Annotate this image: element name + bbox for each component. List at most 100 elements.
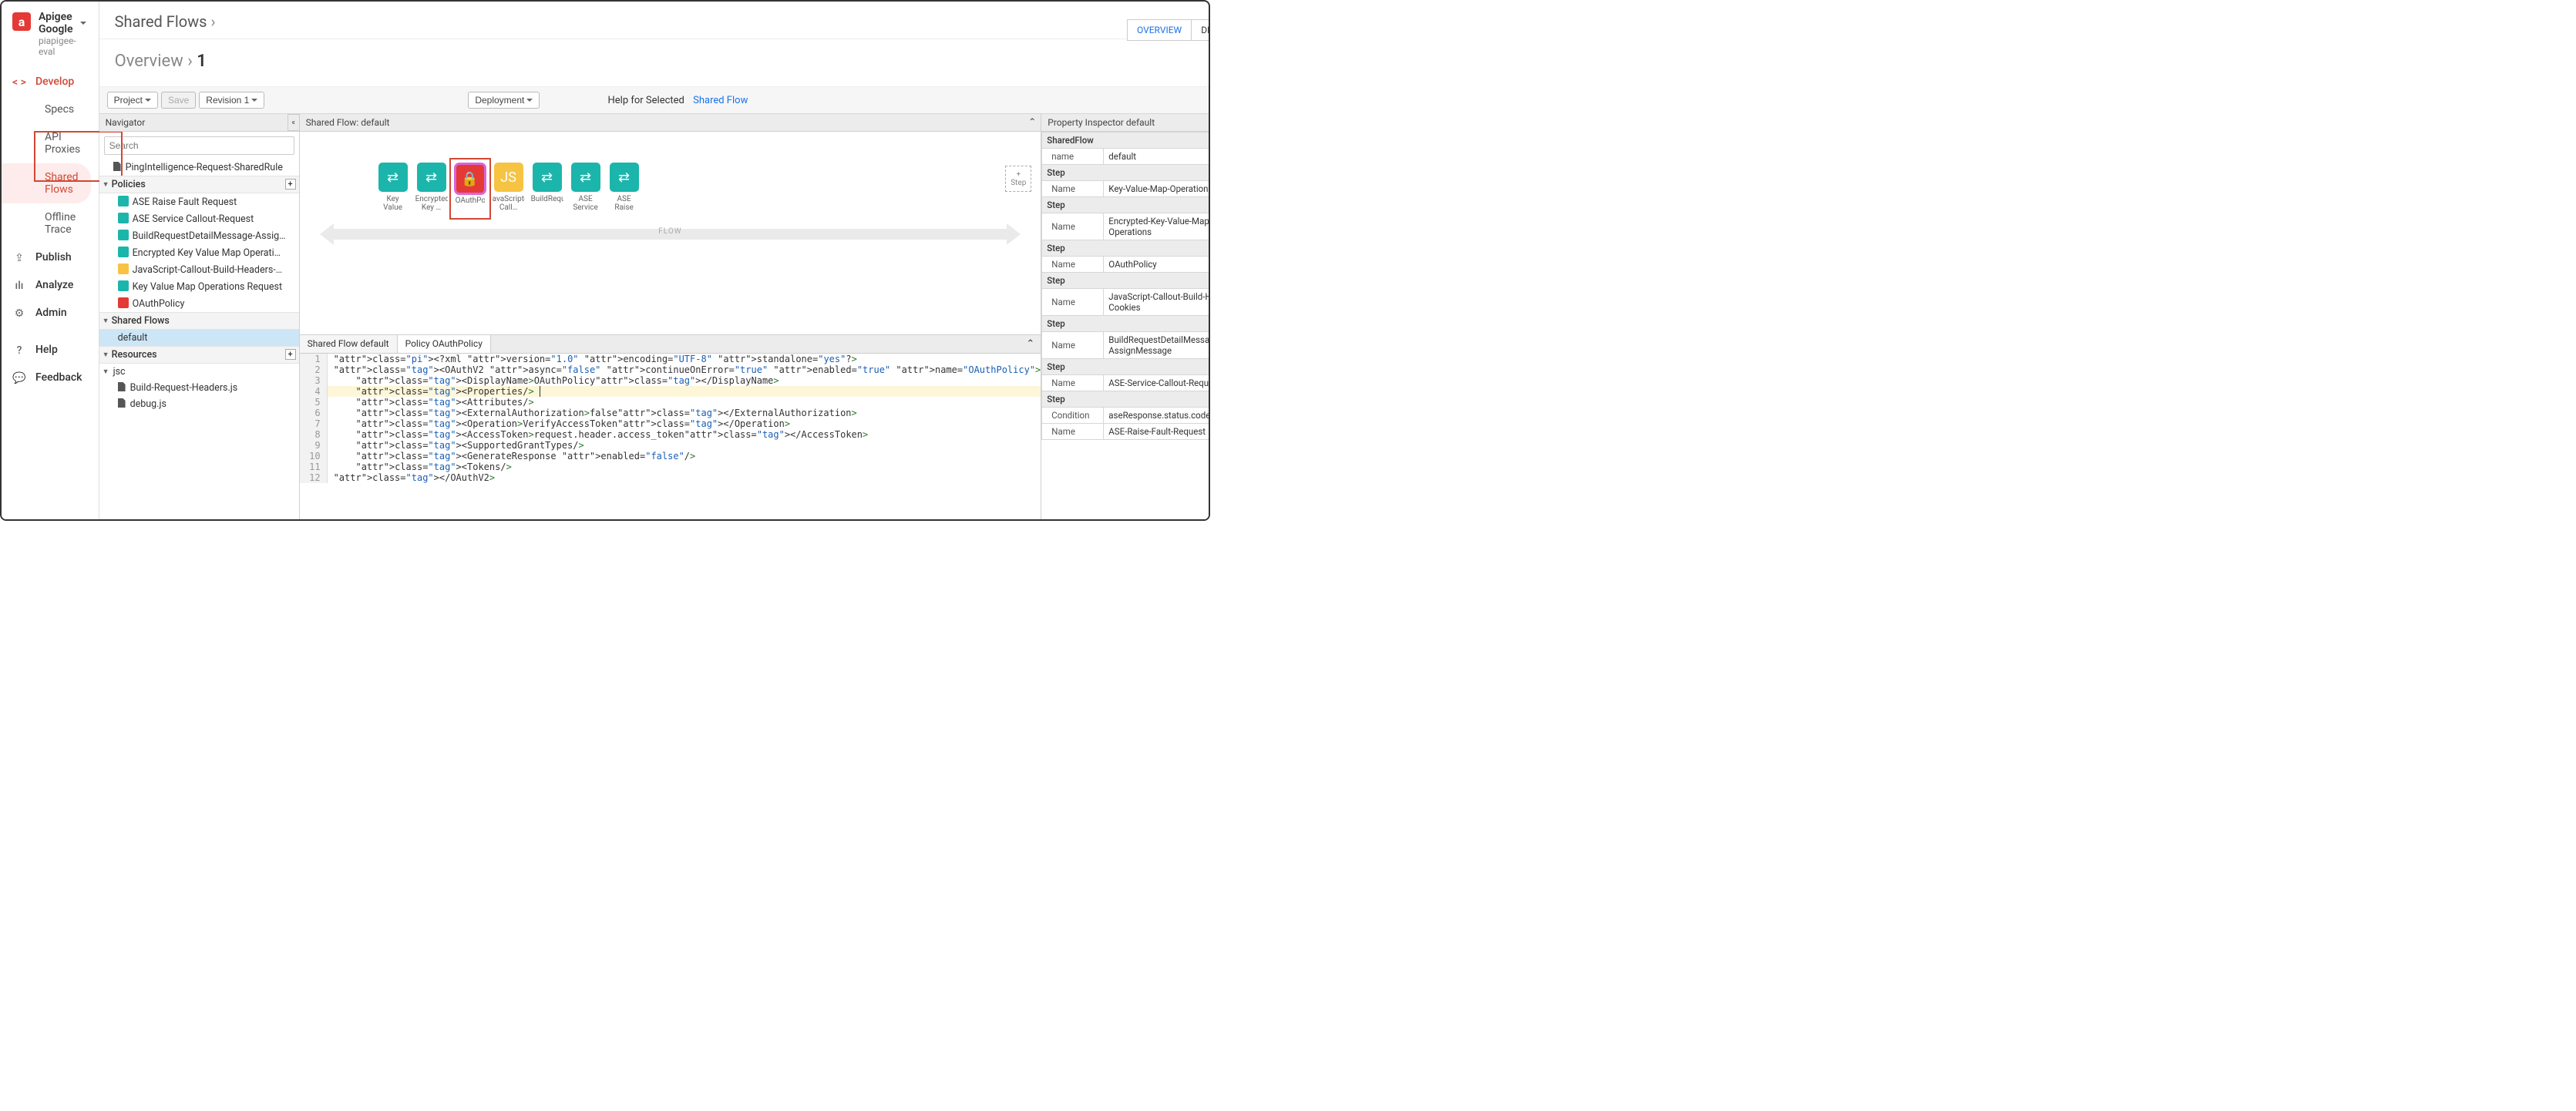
tab-overview[interactable]: OVERVIEW (1127, 19, 1191, 41)
step-caption: avaScript-Call… (493, 195, 525, 212)
inspector-section: Step (1042, 197, 1210, 213)
chevron-down-icon (526, 99, 533, 102)
inspector-section: Step (1042, 391, 1210, 408)
inspector-section: Step (1042, 273, 1210, 289)
toolbar: Project Save Revision 1 Deployment Help … (99, 86, 1210, 114)
inspector-key: name (1042, 149, 1104, 165)
apigee-logo-icon: a (12, 12, 31, 31)
chevron-down-icon: ▼ (103, 351, 109, 359)
breadcrumb: Shared Flows › (99, 2, 1210, 39)
nav-offline-trace[interactable]: Offline Trace (2, 203, 99, 243)
nav-specs[interactable]: Specs (2, 96, 99, 123)
project-menu[interactable]: Project (107, 92, 158, 109)
inspector-section: Step (1042, 316, 1210, 332)
chevron-down-icon (251, 99, 257, 102)
nav-analyze[interactable]: ılı Analyze (2, 271, 99, 299)
inspector-value: JavaScript-Callout-Build-Headers-Cookies (1104, 289, 1210, 316)
collapse-navigator-button[interactable]: « (288, 114, 300, 131)
flow-step[interactable]: ⇄ ASE Service Call… (570, 163, 602, 212)
tab-develop[interactable]: DEVELOP (1191, 19, 1210, 41)
revision-number: 1 (197, 52, 207, 71)
inspector-section: Step (1042, 240, 1210, 257)
jsc-folder[interactable]: ▼ jsc (99, 364, 299, 380)
upload-icon: ⇪ (12, 251, 26, 265)
policy-item[interactable]: JavaScript-Callout-Build-Headers-… (99, 261, 299, 278)
revision-header: Overview › 1 OVERVIEW DEVELOP (99, 39, 1210, 86)
inspector-key: Name (1042, 332, 1104, 359)
flow-step[interactable]: JS avaScript-Call… (493, 163, 525, 212)
inspector-value: ASE-Service-Callout-Request (1104, 375, 1210, 391)
policy-icon (118, 263, 129, 274)
policy-icon: ⇄ (610, 163, 639, 192)
step-caption: ASE Raise Fault … (608, 195, 641, 212)
nav-api-proxies[interactable]: API Proxies (2, 123, 99, 163)
code-editor[interactable]: 1"attr">class="pi"><?xml "attr">version=… (300, 354, 1041, 519)
policies-section[interactable]: ▼ Policies + (99, 176, 299, 193)
policy-icon: ⇄ (571, 163, 600, 192)
resource-file[interactable]: Build-Request-Headers.js (99, 380, 299, 396)
chart-icon: ılı (12, 279, 26, 293)
revision-menu[interactable]: Revision 1 (199, 92, 264, 109)
inspector-key: Name (1042, 375, 1104, 391)
nav-develop[interactable]: < > Develop (2, 68, 99, 96)
policy-item[interactable]: BuildRequestDetailMessage-Assig… (99, 227, 299, 244)
flow-step[interactable]: ⇄Encrypted Key … (415, 163, 448, 212)
flow-step[interactable]: ⇄ Key Value Map … (377, 163, 409, 212)
editor-tab-policy[interactable]: Policy OAuthPolicy (398, 335, 491, 353)
step-caption: ASE Service Call… (570, 195, 602, 212)
inspector-key: Condition (1042, 408, 1104, 424)
breadcrumb-root[interactable]: Shared Flows (115, 12, 207, 31)
help-icon: ? (12, 344, 26, 357)
policy-icon (118, 280, 129, 291)
flow-canvas-header: Shared Flow: default ⌃ (300, 114, 1041, 132)
nav-admin[interactable]: ⚙ Admin (2, 299, 99, 327)
org-switcher[interactable]: a Apigee Google piapigee-eval (2, 2, 99, 63)
inspector-section: SharedFlow (1042, 133, 1210, 149)
policy-icon (118, 247, 129, 257)
add-resource-button[interactable]: + (285, 349, 296, 360)
shared-flows-section[interactable]: ▼ Shared Flows (99, 312, 299, 330)
inspector-key: Name (1042, 289, 1104, 316)
flow-canvas: FLOW ⇄Key Value Map …⇄Encrypted Key …🔒OA… (300, 132, 1041, 335)
editor-tabs: Shared Flow default Policy OAuthPolicy ⌃ (300, 335, 1041, 354)
add-step-button[interactable]: + Step (1005, 166, 1031, 192)
nav-feedback[interactable]: 💬 Feedback (2, 364, 99, 391)
policy-icon: ⇄ (378, 163, 408, 192)
nav-publish[interactable]: ⇪ Publish (2, 243, 99, 271)
org-env: piapigee-eval (39, 35, 86, 57)
add-policy-button[interactable]: + (285, 179, 296, 190)
chevron-down-icon (80, 22, 86, 25)
help-link[interactable]: Shared Flow (693, 95, 748, 106)
step-caption: BuildRequestDe… (531, 195, 563, 212)
step-caption: OAuthPolicy (456, 196, 485, 213)
inspector-key: Name (1042, 213, 1104, 240)
shared-flow-default[interactable]: default (99, 330, 299, 346)
flow-step[interactable]: ⇄ ASE Raise Fault … (608, 163, 641, 212)
navigator-search-input[interactable] (104, 136, 294, 155)
overview-link[interactable]: Overview (115, 52, 183, 71)
deployment-menu[interactable]: Deployment (468, 92, 540, 109)
step-caption: Key Value Map … (377, 195, 409, 212)
policy-item[interactable]: ASE Raise Fault Request (99, 193, 299, 210)
policy-icon: JS (494, 163, 523, 192)
org-name: Apigee Google (39, 11, 77, 35)
navigator-header: Navigator « (99, 114, 299, 132)
resource-file[interactable]: debug.js (99, 396, 299, 412)
save-button[interactable]: Save (161, 92, 196, 109)
flow-step[interactable]: 🔒OAuthPolicy (454, 163, 486, 215)
inspector-key: Name (1042, 424, 1104, 440)
nav-shared-flows[interactable]: Shared Flows (2, 163, 91, 203)
editor-tab-flow[interactable]: Shared Flow default (300, 335, 398, 353)
policy-icon: ⇄ (533, 163, 562, 192)
shared-flow-bundle[interactable]: PingIntelligence-Request-SharedRule (99, 159, 299, 176)
flow-step[interactable]: ⇄ BuildRequestDe… (531, 163, 563, 212)
policy-item[interactable]: ASE Service Callout-Request (99, 210, 299, 227)
policy-item[interactable]: OAuthPolicy (99, 295, 299, 312)
nav-help[interactable]: ? Help (2, 336, 99, 364)
policy-item[interactable]: Key Value Map Operations Request (99, 278, 299, 295)
policy-item[interactable]: Encrypted Key Value Map Operati… (99, 244, 299, 261)
resources-section[interactable]: ▼ Resources + (99, 346, 299, 364)
collapse-editor-button[interactable]: ⌃ (1020, 335, 1041, 353)
collapse-canvas-button[interactable]: ⌃ (1028, 116, 1036, 127)
file-icon (113, 162, 121, 171)
